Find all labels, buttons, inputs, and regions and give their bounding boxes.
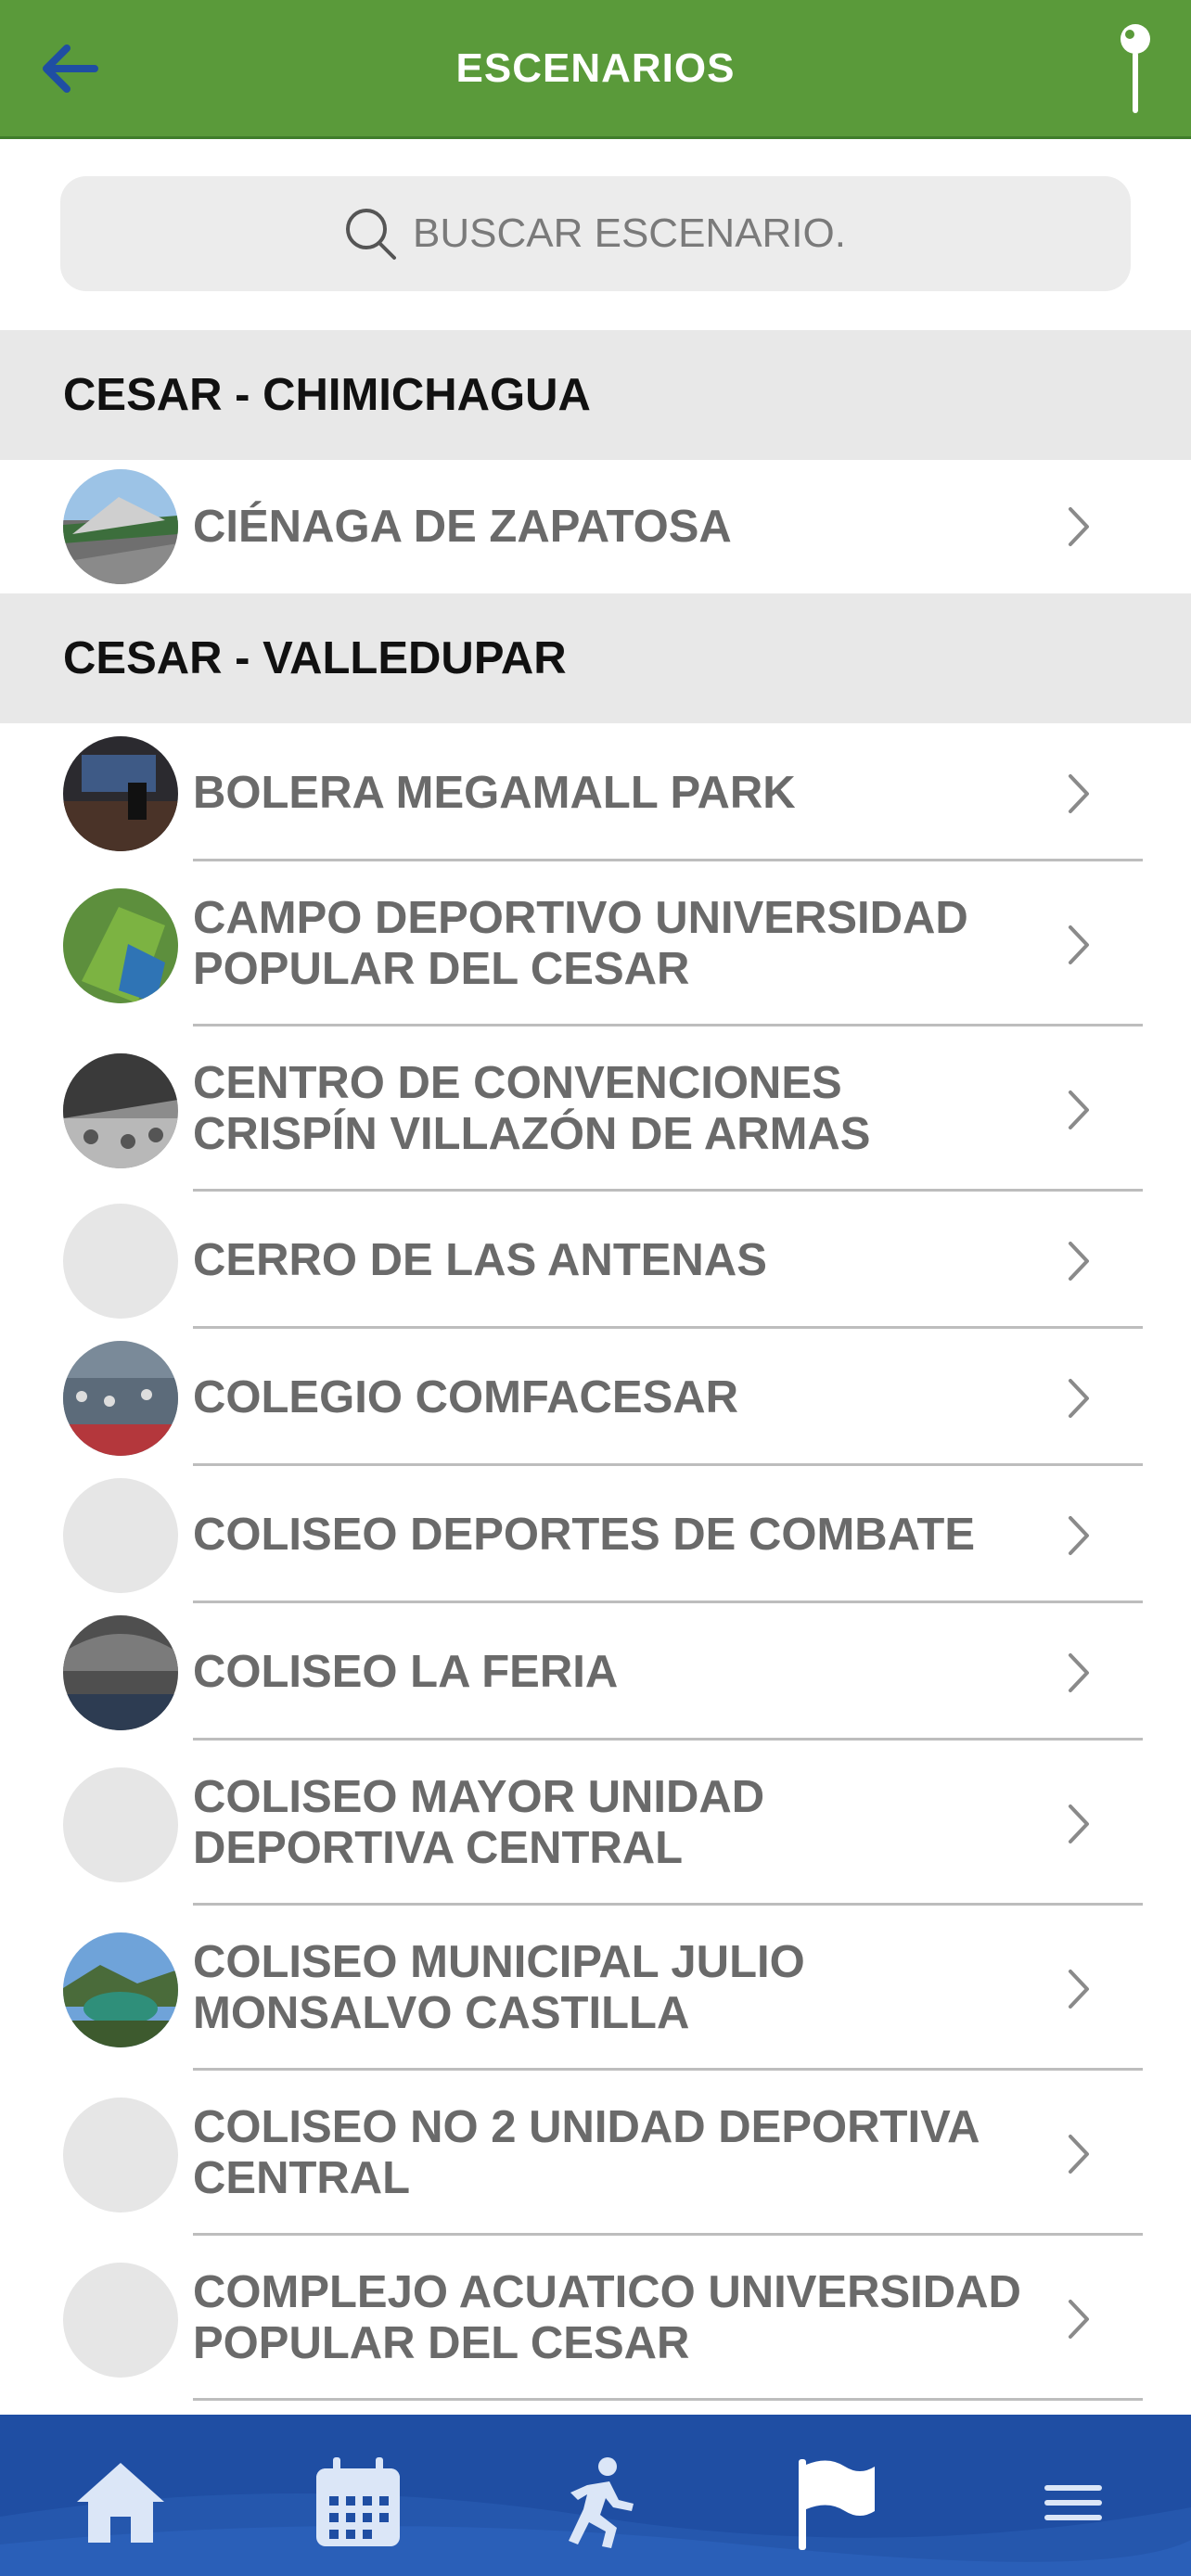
- venue-thumbnail: [63, 888, 178, 1003]
- list-item[interactable]: BOLERA MEGAMALL PARK: [0, 723, 1191, 861]
- venue-thumbnail: [63, 736, 178, 851]
- nav-activities[interactable]: [544, 2452, 647, 2554]
- nav-venues[interactable]: [782, 2452, 884, 2554]
- venue-thumbnail: [63, 1053, 178, 1168]
- list-item[interactable]: COLISEO NO 2 UNIDAD DEPORTIVA CENTRAL: [0, 2070, 1191, 2236]
- bottom-nav: [0, 2415, 1191, 2576]
- venue-thumbnail-placeholder: [63, 2098, 178, 2213]
- runner-icon: [569, 2457, 634, 2548]
- chevron-right-icon: [1069, 507, 1089, 546]
- chevron-right-icon: [1069, 1242, 1089, 1281]
- chevron-right-icon: [1069, 1516, 1089, 1555]
- list-item[interactable]: COLISEO DEPORTES DE COMBATE: [0, 1465, 1191, 1603]
- section-title: CESAR - CHIMICHAGUA: [63, 370, 591, 420]
- chevron-right-icon: [1069, 1379, 1089, 1418]
- list-item-label: CERRO DE LAS ANTENAS: [193, 1234, 767, 1285]
- list-item[interactable]: CENTRO DE CONVENCIONES CRISPÍN VILLAZÓN …: [0, 1026, 1191, 1192]
- search-icon: [346, 209, 396, 260]
- list-item-label: CENTRO DE CONVENCIONES CRISPÍN VILLAZÓN …: [193, 1058, 871, 1159]
- list-item[interactable]: COLISEO MUNICIPAL JULIO MONSALVO CASTILL…: [0, 1905, 1191, 2071]
- venue-thumbnail-placeholder: [63, 1767, 178, 1882]
- chevron-right-icon: [1069, 1804, 1089, 1843]
- calendar-icon: [316, 2457, 400, 2546]
- list-item-label: CIÉNAGA DE ZAPATOSA: [193, 501, 732, 552]
- venue-thumbnail: [63, 1615, 178, 1730]
- chevron-right-icon: [1069, 1970, 1089, 2009]
- venue-thumbnail: [63, 469, 178, 584]
- list-item-label: COLISEO MAYOR UNIDAD DEPORTIVA CENTRAL: [193, 1772, 765, 1873]
- list-item-label: BOLERA MEGAMALL PARK: [193, 767, 796, 818]
- chevron-right-icon: [1069, 1653, 1089, 1692]
- list-item-label: COLEGIO COMFACESAR: [193, 1371, 739, 1422]
- search-bar[interactable]: [60, 176, 1131, 291]
- section-header-chimichagua: CESAR - CHIMICHAGUA: [0, 330, 1191, 460]
- list-item-label: COMPLEJO ACUATICO UNIVERSIDAD POPULAR DE…: [193, 2267, 1021, 2368]
- divider: [193, 2398, 1143, 2401]
- section-title: CESAR - VALLEDUPAR: [63, 633, 567, 683]
- back-button[interactable]: [37, 35, 111, 102]
- list-item-label: COLISEO LA FERIA: [193, 1646, 619, 1697]
- list-item[interactable]: COLISEO MAYOR UNIDAD DEPORTIVA CENTRAL: [0, 1740, 1191, 1906]
- list-item-label: COLISEO MUNICIPAL JULIO MONSALVO CASTILL…: [193, 1937, 805, 2038]
- list-item[interactable]: COLISEO LA FERIA: [0, 1602, 1191, 1741]
- venue-thumbnail: [63, 1932, 178, 2047]
- menu-icon: [1044, 2485, 1102, 2520]
- list-item[interactable]: CIÉNAGA DE ZAPATOSA: [0, 460, 1191, 593]
- chevron-right-icon: [1069, 2300, 1089, 2339]
- page-title: ESCENARIOS: [455, 45, 736, 91]
- list-item-label: COLISEO DEPORTES DE COMBATE: [193, 1509, 976, 1560]
- home-icon: [77, 2463, 164, 2543]
- arrow-left-icon: [43, 45, 98, 93]
- map-pin-icon: [1121, 24, 1150, 113]
- chevron-right-icon: [1069, 925, 1089, 964]
- app-header: ESCENARIOS: [0, 0, 1191, 139]
- nav-menu[interactable]: [1020, 2452, 1122, 2554]
- list-item[interactable]: COMPLEJO ACUATICO UNIVERSIDAD POPULAR DE…: [0, 2235, 1191, 2401]
- venue-thumbnail-placeholder: [63, 1478, 178, 1593]
- venue-thumbnail-placeholder: [63, 2263, 178, 2378]
- flag-icon: [799, 2459, 875, 2550]
- nav-calendar[interactable]: [307, 2452, 409, 2554]
- list-item[interactable]: CAMPO DEPORTIVO UNIVERSIDAD POPULAR DEL …: [0, 861, 1191, 1027]
- list-item-label: COLISEO NO 2 UNIDAD DEPORTIVA CENTRAL: [193, 2102, 979, 2203]
- search-input[interactable]: [413, 210, 849, 257]
- map-button[interactable]: [1108, 19, 1163, 121]
- list-item[interactable]: COLEGIO COMFACESAR: [0, 1328, 1191, 1466]
- section-header-valledupar: CESAR - VALLEDUPAR: [0, 593, 1191, 723]
- chevron-right-icon: [1069, 1090, 1089, 1129]
- chevron-right-icon: [1069, 774, 1089, 813]
- venue-thumbnail-placeholder: [63, 1204, 178, 1319]
- chevron-right-icon: [1069, 2135, 1089, 2174]
- nav-home[interactable]: [70, 2452, 172, 2554]
- list-item-label: CAMPO DEPORTIVO UNIVERSIDAD POPULAR DEL …: [193, 893, 968, 994]
- list-item[interactable]: CERRO DE LAS ANTENAS: [0, 1191, 1191, 1329]
- venue-thumbnail: [63, 1341, 178, 1456]
